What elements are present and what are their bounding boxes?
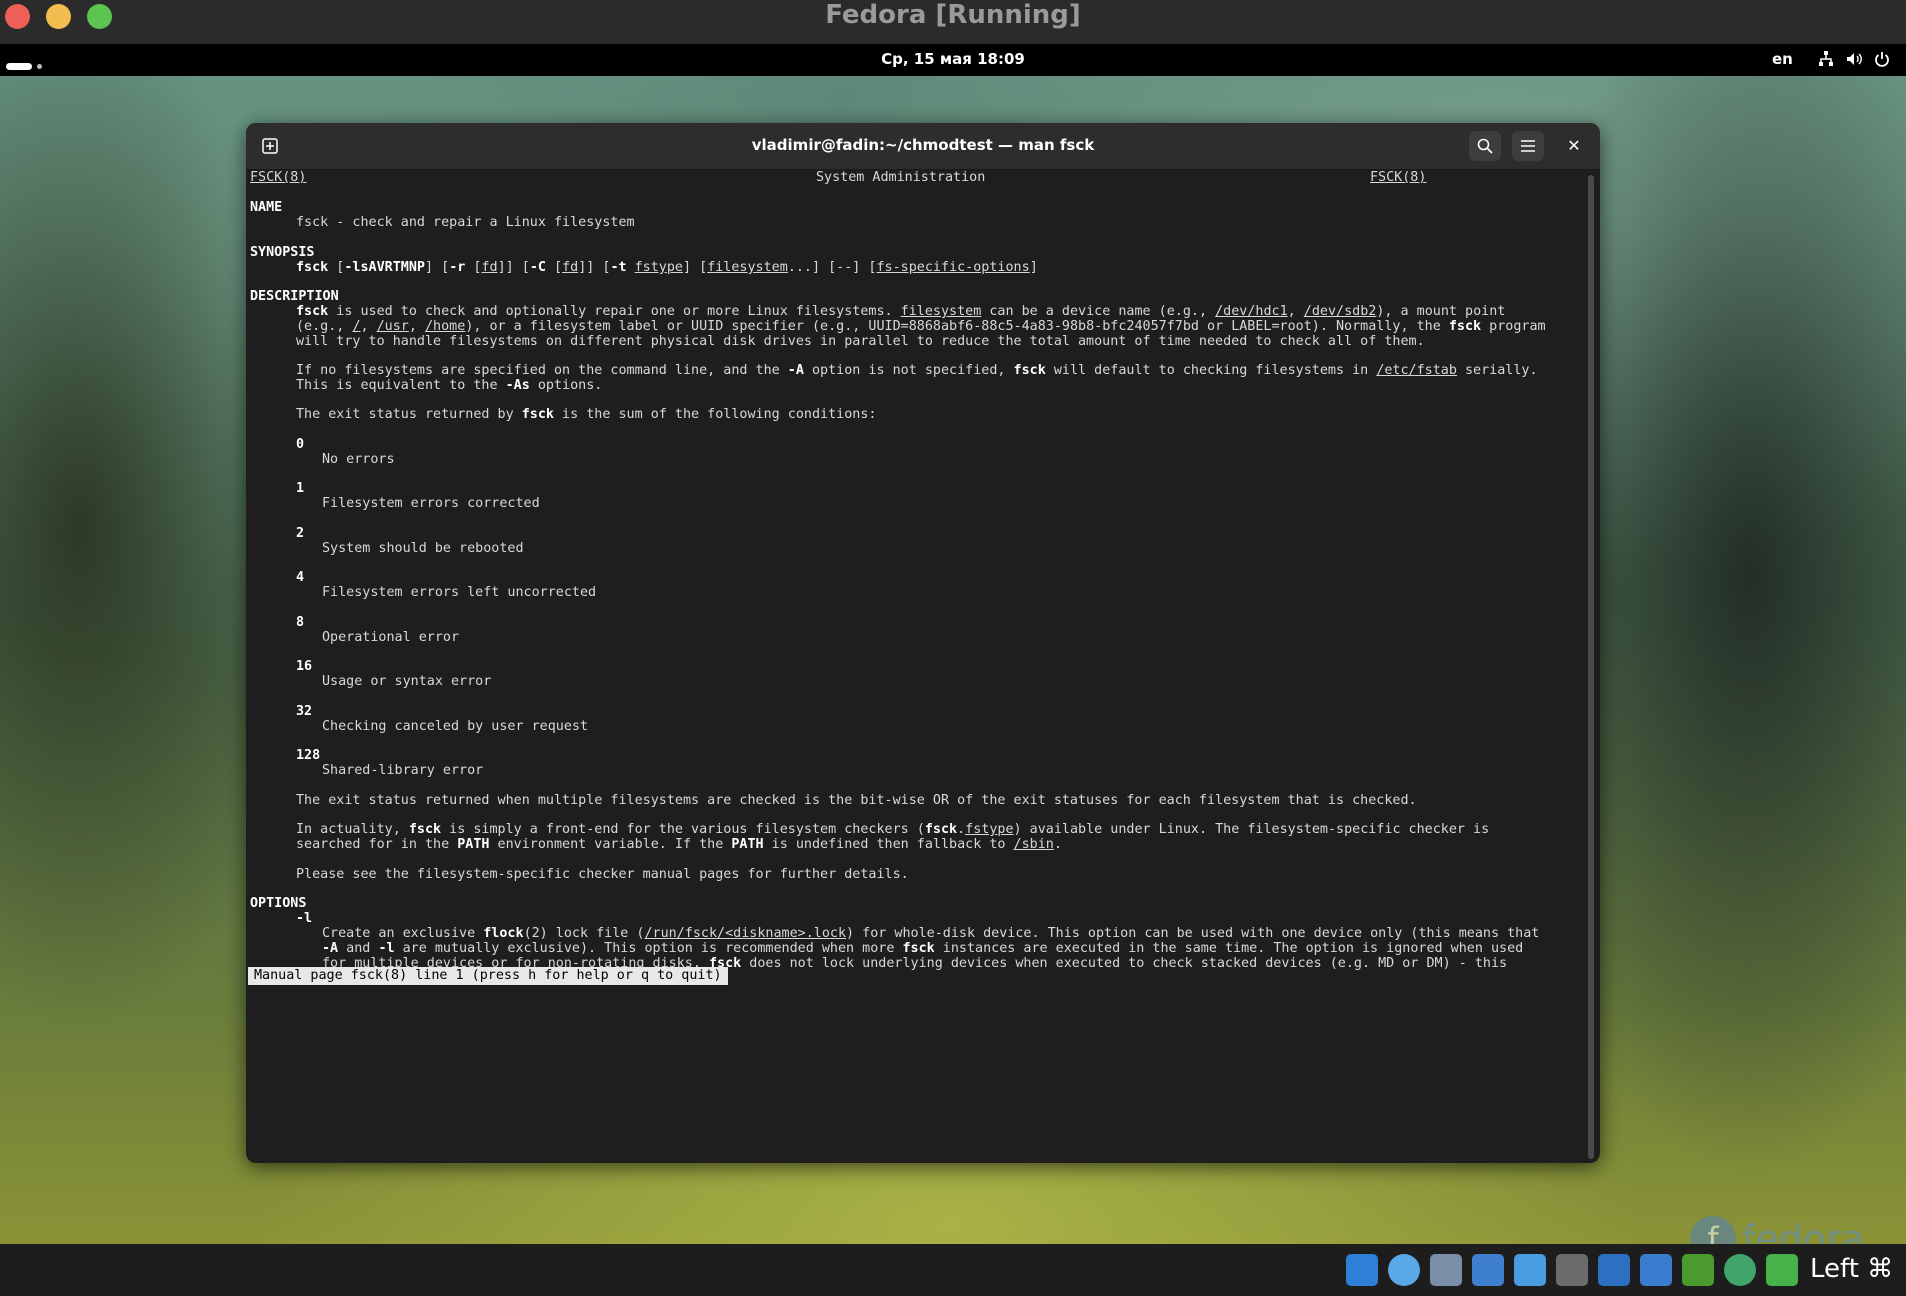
exit-code-desc: Shared-library error <box>322 763 484 778</box>
menu-button[interactable] <box>1512 131 1544 161</box>
man-header-right: FSCK(8) <box>1370 170 1427 185</box>
search-button[interactable] <box>1469 131 1501 161</box>
exit-code: 128 <box>296 748 321 763</box>
mouse-integration-icon[interactable] <box>1724 1254 1756 1286</box>
exit-code: 0 <box>296 437 305 452</box>
name-description: fsck - check and repair a Linux filesyst… <box>296 215 635 230</box>
option-l-flag: -l <box>296 911 313 926</box>
man-header-center: System Administration <box>816 170 986 185</box>
hamburger-icon <box>1521 140 1535 152</box>
volume-icon <box>1846 50 1862 68</box>
keyboard-layout-indicator[interactable]: en <box>1772 50 1793 68</box>
scrollbar[interactable] <box>1588 175 1594 1159</box>
section-name-heading: NAME <box>250 200 283 215</box>
exit-code-desc: Operational error <box>322 630 460 645</box>
network-adapter-icon[interactable] <box>1472 1254 1504 1286</box>
terminal-header: vladimir@fadin:~/chmodtest — man fsck ✕ <box>246 123 1600 170</box>
vm-window-title: Fedora [Running] <box>825 0 1081 30</box>
exit-status-intro: The exit status returned by fsck is the … <box>296 407 877 422</box>
synopsis-line: fsck [-lsAVRTMNP] [-r [fd]] [-C [fd]] [-… <box>296 260 1038 275</box>
exit-code: 2 <box>296 526 305 541</box>
vm-titlebar: Fedora [Running] <box>0 0 1906 44</box>
exit-code-desc: System should be rebooted <box>322 541 524 556</box>
recording-icon[interactable] <box>1640 1254 1672 1286</box>
exit-code: 8 <box>296 615 305 630</box>
exit-code-desc: Filesystem errors left uncorrected <box>322 585 597 600</box>
terminal-close-button[interactable]: ✕ <box>1559 131 1589 161</box>
bitwise-note: The exit status returned when multiple f… <box>296 793 1417 808</box>
power-icon <box>1874 50 1890 68</box>
see-also-note: Please see the filesystem-specific check… <box>296 867 909 882</box>
display-icon[interactable] <box>1598 1254 1630 1286</box>
exit-code-desc: Filesystem errors corrected <box>322 496 540 511</box>
vm-status-bar: Left ⌘ <box>0 1244 1906 1296</box>
desc-line-3: will try to handle filesystems on differ… <box>296 334 1425 349</box>
exit-code: 32 <box>296 704 313 719</box>
exit-code-desc: Usage or syntax error <box>322 674 492 689</box>
clock[interactable]: Ср, 15 мая 18:09 <box>0 50 1906 68</box>
man-header-left: FSCK(8) <box>250 170 307 185</box>
exit-code: 16 <box>296 659 313 674</box>
terminal-window[interactable]: vladimir@fadin:~/chmodtest — man fsck ✕ … <box>246 123 1600 1163</box>
system-tray[interactable] <box>1818 50 1890 68</box>
desc-line-5: This is equivalent to the -As options. <box>296 378 603 393</box>
pager-status-line: Manual page fsck(8) line 1 (press h for … <box>248 967 728 985</box>
exit-code: 4 <box>296 570 305 585</box>
hard-disk-icon[interactable] <box>1346 1254 1378 1286</box>
optical-drive-icon[interactable] <box>1388 1254 1420 1286</box>
frontend-line-2: searched for in the PATH environment var… <box>296 837 1062 852</box>
download-icon[interactable] <box>1766 1254 1798 1286</box>
terminal-title: vladimir@fadin:~/chmodtest — man fsck <box>751 136 1095 154</box>
audio-icon[interactable] <box>1430 1254 1462 1286</box>
network-icon <box>1818 50 1834 68</box>
exit-code-desc: Checking canceled by user request <box>322 719 589 734</box>
shared-folders-icon[interactable] <box>1556 1254 1588 1286</box>
vm-device-icons <box>1346 1254 1798 1286</box>
cpu-icon[interactable] <box>1682 1254 1714 1286</box>
man-page-content[interactable]: FSCK(8) System Administration FSCK(8) NA… <box>248 169 1578 1163</box>
exit-code: 1 <box>296 481 305 496</box>
exit-code-desc: No errors <box>322 452 395 467</box>
usb-icon[interactable] <box>1514 1254 1546 1286</box>
search-icon <box>1477 138 1493 154</box>
host-key-label: Left ⌘ <box>1810 1254 1894 1284</box>
gnome-top-bar: Ср, 15 мая 18:09 en <box>0 44 1906 76</box>
